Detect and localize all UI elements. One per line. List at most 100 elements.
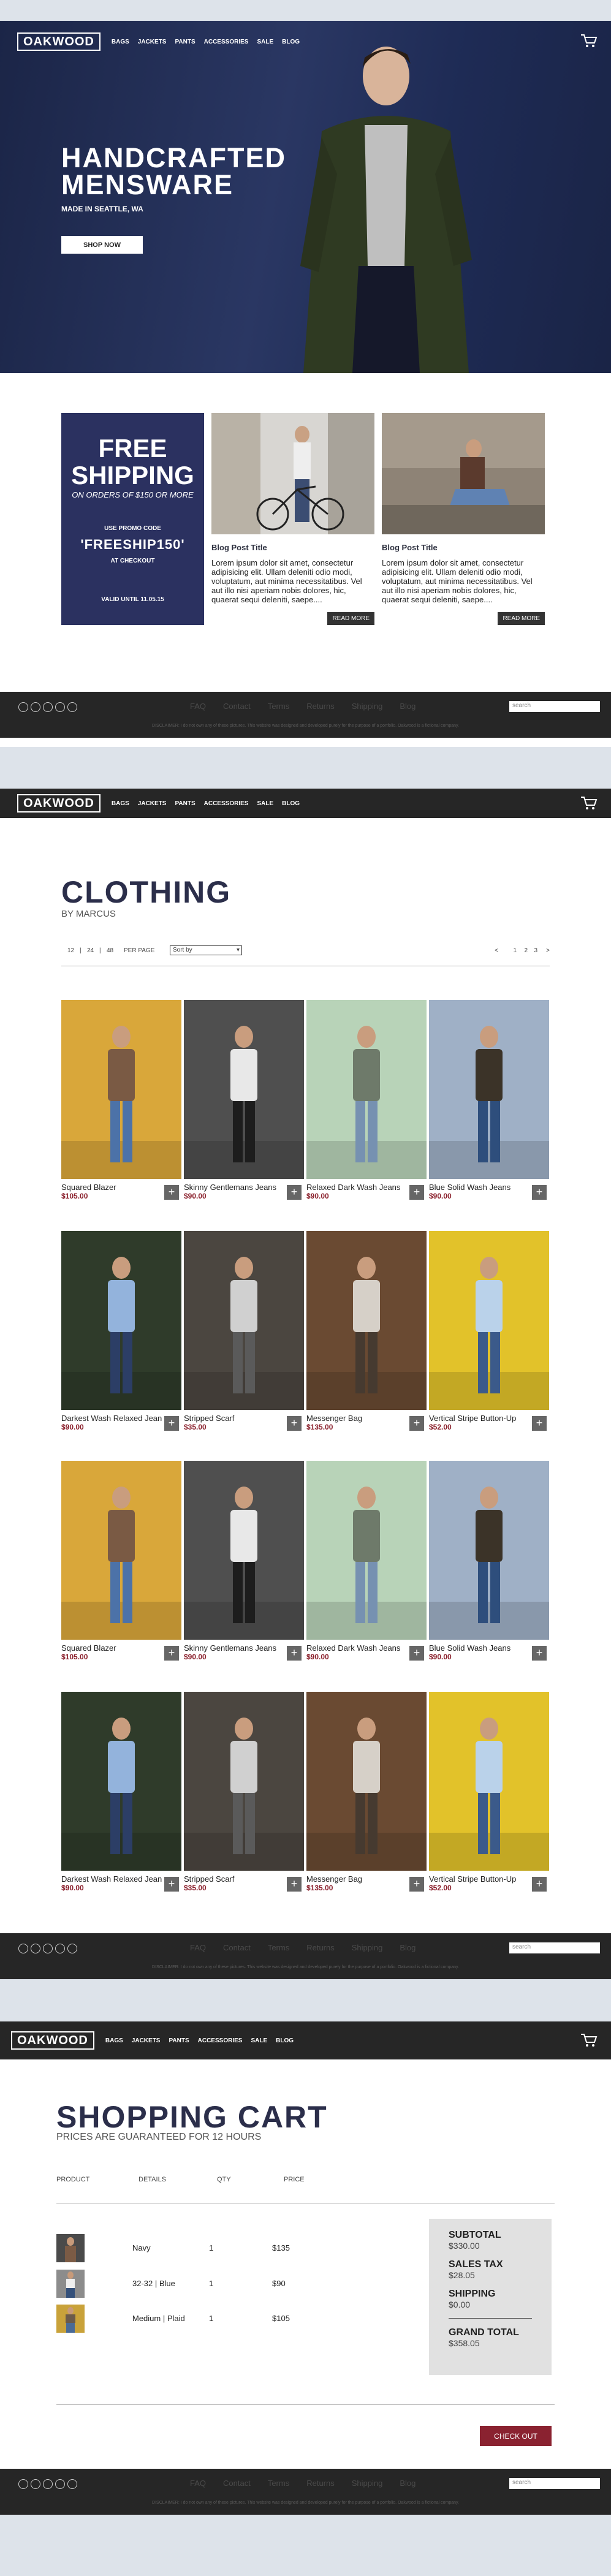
product-image[interactable] — [184, 1231, 304, 1410]
product-card[interactable]: Vertical Stripe Button-Up $52.00 + — [429, 1692, 549, 1892]
per-page-24[interactable]: 24 — [87, 947, 94, 954]
email-icon[interactable] — [67, 2479, 77, 2489]
nav-jackets[interactable]: JACKETS — [138, 39, 167, 45]
nav-bags[interactable]: BAGS — [112, 800, 129, 807]
footer-link-shipping[interactable]: Shipping — [352, 702, 383, 711]
pager-prev[interactable]: < — [495, 947, 498, 954]
product-name[interactable]: Skinny Gentlemans Jeans — [184, 1643, 304, 1653]
product-card[interactable]: Blue Solid Wash Jeans $90.00 + — [429, 1461, 549, 1661]
footer-link-returns[interactable]: Returns — [306, 1943, 335, 1952]
twitter-icon[interactable] — [31, 702, 40, 712]
per-page-12[interactable]: 12 — [67, 947, 74, 954]
nav-jackets[interactable]: JACKETS — [132, 2037, 161, 2044]
product-card[interactable]: Relaxed Dark Wash Jeans $90.00 + — [306, 1461, 427, 1661]
product-card[interactable]: Blue Solid Wash Jeans $90.00 + — [429, 1000, 549, 1200]
logo[interactable]: OAKWOOD — [17, 32, 101, 51]
nav-pants[interactable]: PANTS — [169, 2037, 189, 2044]
nav-sale[interactable]: SALE — [257, 800, 273, 807]
product-name[interactable]: Squared Blazer — [61, 1183, 181, 1192]
blog-post-title[interactable]: Blog Post Title — [382, 543, 545, 552]
product-card[interactable]: Darkest Wash Relaxed Jean $90.00 + — [61, 1231, 181, 1431]
footer-link-returns[interactable]: Returns — [306, 2479, 335, 2488]
pinterest-icon[interactable] — [55, 2479, 65, 2489]
product-image[interactable] — [306, 1000, 427, 1179]
footer-link-blog[interactable]: Blog — [400, 702, 416, 711]
shop-now-button[interactable]: SHOP NOW — [61, 236, 143, 254]
footer-link-faq[interactable]: FAQ — [190, 2479, 206, 2488]
product-image[interactable] — [61, 1692, 181, 1871]
email-icon[interactable] — [67, 702, 77, 712]
logo[interactable]: OAKWOOD — [17, 794, 101, 813]
facebook-icon[interactable] — [18, 702, 28, 712]
pager-page-3[interactable]: 3 — [534, 947, 537, 954]
footer-link-blog[interactable]: Blog — [400, 2479, 416, 2488]
nav-sale[interactable]: SALE — [251, 2037, 267, 2044]
instagram-icon[interactable] — [43, 2479, 53, 2489]
product-image[interactable] — [429, 1231, 549, 1410]
add-to-cart-button[interactable]: + — [287, 1877, 302, 1892]
product-name[interactable]: Darkest Wash Relaxed Jean — [61, 1874, 181, 1884]
footer-link-shipping[interactable]: Shipping — [352, 2479, 383, 2488]
item-qty[interactable]: 1 — [209, 2314, 213, 2323]
footer-link-faq[interactable]: FAQ — [190, 702, 206, 711]
product-card[interactable]: Squared Blazer $105.00 + — [61, 1000, 181, 1200]
product-card[interactable]: Vertical Stripe Button-Up $52.00 + — [429, 1231, 549, 1431]
product-image[interactable] — [61, 1461, 181, 1640]
product-name[interactable]: Blue Solid Wash Jeans — [429, 1183, 549, 1192]
footer-link-contact[interactable]: Contact — [223, 702, 251, 711]
email-icon[interactable] — [67, 1944, 77, 1953]
product-card[interactable]: Relaxed Dark Wash Jeans $90.00 + — [306, 1000, 427, 1200]
product-name[interactable]: Relaxed Dark Wash Jeans — [306, 1183, 427, 1192]
add-to-cart-button[interactable]: + — [409, 1877, 424, 1892]
add-to-cart-button[interactable]: + — [409, 1416, 424, 1431]
product-image[interactable] — [306, 1231, 427, 1410]
product-name[interactable]: Darkest Wash Relaxed Jean — [61, 1414, 181, 1423]
product-card[interactable]: Stripped Scarf $35.00 + — [184, 1692, 304, 1892]
logo[interactable]: OAKWOOD — [11, 2031, 94, 2050]
checkout-button[interactable]: CHECK OUT — [480, 2426, 552, 2446]
product-card[interactable]: Stripped Scarf $35.00 + — [184, 1231, 304, 1431]
blog-post-image[interactable] — [382, 413, 545, 534]
cart-icon[interactable] — [580, 795, 598, 811]
add-to-cart-button[interactable]: + — [164, 1185, 179, 1200]
facebook-icon[interactable] — [18, 2479, 28, 2489]
product-image[interactable] — [429, 1692, 549, 1871]
product-card[interactable]: Darkest Wash Relaxed Jean $90.00 + — [61, 1692, 181, 1892]
add-to-cart-button[interactable]: + — [164, 1416, 179, 1431]
product-card[interactable]: Squared Blazer $105.00 + — [61, 1461, 181, 1661]
product-thumbnail[interactable] — [56, 2270, 85, 2298]
product-image[interactable] — [61, 1000, 181, 1179]
read-more-button[interactable]: READ MORE — [327, 612, 374, 625]
pager-page-1[interactable]: 1 — [513, 947, 517, 954]
product-name[interactable]: Skinny Gentlemans Jeans — [184, 1183, 304, 1192]
product-image[interactable] — [429, 1461, 549, 1640]
add-to-cart-button[interactable]: + — [532, 1185, 547, 1200]
item-qty[interactable]: 1 — [209, 2279, 213, 2288]
pinterest-icon[interactable] — [55, 702, 65, 712]
product-name[interactable]: Blue Solid Wash Jeans — [429, 1643, 549, 1653]
footer-link-terms[interactable]: Terms — [268, 702, 289, 711]
add-to-cart-button[interactable]: + — [532, 1646, 547, 1661]
footer-link-shipping[interactable]: Shipping — [352, 1943, 383, 1952]
pager-next[interactable]: > — [546, 947, 550, 954]
footer-link-blog[interactable]: Blog — [400, 1943, 416, 1952]
item-qty[interactable]: 1 — [209, 2243, 213, 2252]
footer-search-input[interactable]: search — [509, 2478, 600, 2489]
free-shipping-promo[interactable]: FREE SHIPPING ON ORDERS OF $150 OR MORE … — [61, 413, 204, 625]
nav-blog[interactable]: BLOG — [282, 39, 300, 45]
pinterest-icon[interactable] — [55, 1944, 65, 1953]
product-card[interactable]: Messenger Bag $135.00 + — [306, 1231, 427, 1431]
nav-pants[interactable]: PANTS — [175, 39, 195, 45]
footer-link-terms[interactable]: Terms — [268, 1943, 289, 1952]
nav-bags[interactable]: BAGS — [112, 39, 129, 45]
product-name[interactable]: Vertical Stripe Button-Up — [429, 1414, 549, 1423]
add-to-cart-button[interactable]: + — [532, 1416, 547, 1431]
add-to-cart-button[interactable]: + — [164, 1877, 179, 1892]
add-to-cart-button[interactable]: + — [164, 1646, 179, 1661]
product-name[interactable]: Squared Blazer — [61, 1643, 181, 1653]
product-thumbnail[interactable] — [56, 2234, 85, 2262]
cart-icon[interactable] — [580, 33, 598, 49]
product-image[interactable] — [429, 1000, 549, 1179]
footer-link-terms[interactable]: Terms — [268, 2479, 289, 2488]
pager-page-2[interactable]: 2 — [524, 947, 528, 954]
